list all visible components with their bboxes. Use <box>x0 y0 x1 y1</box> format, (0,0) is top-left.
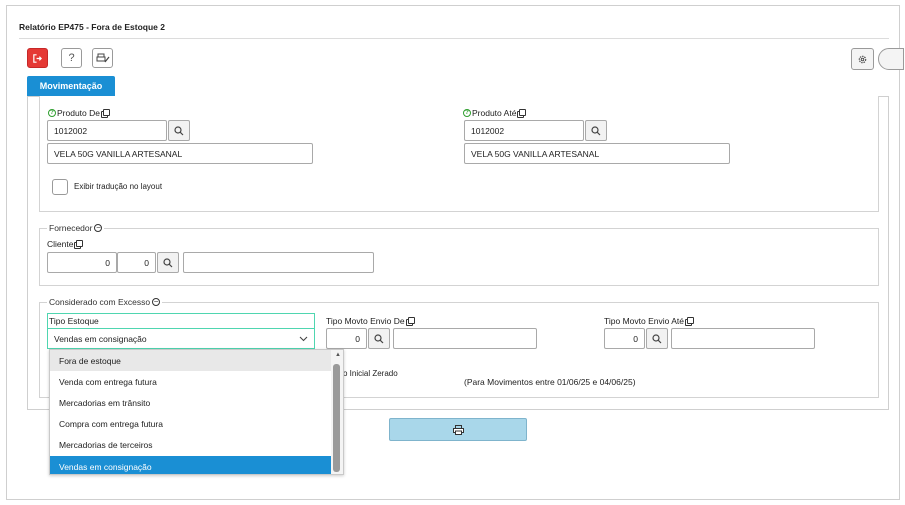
exit-button[interactable] <box>27 48 48 68</box>
cliente-search-button[interactable] <box>157 252 179 273</box>
excesso-legend: Considerado com Excesso − <box>47 297 163 307</box>
copy-icon[interactable] <box>74 240 84 249</box>
traducao-label: Exibir tradução no layout <box>74 182 163 191</box>
print-setup-button[interactable] <box>92 48 113 68</box>
search-icon <box>374 333 384 343</box>
dropdown-option[interactable]: Fora de estoque <box>50 350 332 372</box>
gear-icon <box>858 55 867 63</box>
help-button[interactable]: ? <box>61 48 82 68</box>
search-icon <box>163 257 173 267</box>
cliente-label: Cliente <box>47 239 74 249</box>
extra-toolbar-button[interactable] <box>878 48 904 70</box>
search-icon <box>652 333 662 343</box>
excesso-legend-text: Considerado com Excesso <box>49 297 151 307</box>
printer-config-icon <box>96 53 109 62</box>
produto-de-description: VELA 50G VANILLA ARTESANAL <box>47 143 313 164</box>
saldo-inicial-label: o Inicial Zerado <box>343 369 398 378</box>
copy-icon[interactable] <box>685 317 695 326</box>
dropdown-scrollbar[interactable]: ▲ <box>331 350 343 474</box>
tipo-estoque-select[interactable]: Vendas em consignação <box>47 328 315 349</box>
printer-icon <box>452 424 464 435</box>
collapse-icon[interactable]: − <box>152 298 161 306</box>
copy-icon[interactable] <box>517 109 527 118</box>
fornecedor-legend: Fornecedor − <box>47 223 105 233</box>
tipo-movto-de-label-group: Tipo Movto Envio De <box>326 316 415 326</box>
collapse-icon[interactable]: − <box>94 224 103 232</box>
copy-icon[interactable] <box>405 317 415 326</box>
dropdown-option[interactable]: Mercadorias em trânsito <box>50 392 332 413</box>
tipo-movto-ate-search-button[interactable] <box>646 328 668 349</box>
tipo-movto-ate-input[interactable]: 0 <box>604 328 645 349</box>
print-button[interactable] <box>389 418 527 441</box>
search-icon <box>174 125 184 135</box>
cliente-code1-input[interactable]: 0 <box>47 252 117 273</box>
fornecedor-legend-text: Fornecedor <box>49 223 93 233</box>
tab-movimentacao[interactable]: Movimentação <box>27 76 115 96</box>
copy-icon[interactable] <box>101 109 110 118</box>
produto-ate-code-input[interactable]: 1012002 <box>464 120 584 141</box>
produto-ate-description: VELA 50G VANILLA ARTESANAL <box>464 143 730 164</box>
produto-ate-label-group: ? Produto Até <box>463 108 527 118</box>
tipo-movto-ate-label-group: Tipo Movto Envio Até <box>604 316 695 326</box>
window-title: Relatório EP475 - Fora de Estoque 2 <box>19 22 165 32</box>
produto-de-search-button[interactable] <box>168 120 190 141</box>
cliente-name-input[interactable] <box>183 252 374 273</box>
produto-de-label: Produto De <box>57 108 100 118</box>
dropdown-option[interactable]: Venda com entrega futura <box>50 371 332 392</box>
cliente-code2-input[interactable]: 0 <box>117 252 156 273</box>
dropdown-option-selected[interactable]: Vendas em consignação <box>50 455 332 474</box>
tipo-movto-ate-desc <box>671 328 815 349</box>
produto-de-code-input[interactable]: 1012002 <box>47 120 167 141</box>
tipo-movto-ate-label: Tipo Movto Envio Até <box>604 316 685 326</box>
produto-ate-label: Produto Até <box>472 108 517 118</box>
help-icon: ? <box>463 109 471 117</box>
tipo-movto-de-search-button[interactable] <box>368 328 390 349</box>
scroll-up-icon[interactable]: ▲ <box>335 352 341 358</box>
tipo-estoque-label: Tipo Estoque <box>49 316 99 326</box>
dropdown-option[interactable]: Mercadorias de terceiros <box>50 435 332 456</box>
dropdown-option[interactable]: Compra com entrega futura <box>50 414 332 435</box>
tipo-movto-de-desc <box>393 328 537 349</box>
produto-de-label-group: ? Produto De <box>48 108 110 118</box>
cliente-label-group: Cliente <box>47 239 84 249</box>
chevron-down-icon <box>299 336 308 341</box>
tipo-movto-de-label: Tipo Movto Envio De <box>326 316 405 326</box>
help-icon: ? <box>68 52 75 64</box>
title-divider <box>19 38 889 39</box>
scroll-thumb[interactable] <box>333 364 340 472</box>
tipo-estoque-dropdown[interactable]: Fora de estoque Venda com entrega futura… <box>49 349 344 475</box>
help-icon: ? <box>48 109 56 117</box>
settings-button[interactable] <box>851 48 874 70</box>
tipo-movto-de-input[interactable]: 0 <box>326 328 367 349</box>
periodo-note: (Para Movimentos entre 01/06/25 e 04/06/… <box>464 377 636 387</box>
traducao-checkbox[interactable] <box>52 179 68 195</box>
tipo-estoque-value: Vendas em consignação <box>54 333 147 344</box>
exit-icon <box>33 53 43 63</box>
search-icon <box>591 125 601 135</box>
produto-ate-search-button[interactable] <box>585 120 607 141</box>
